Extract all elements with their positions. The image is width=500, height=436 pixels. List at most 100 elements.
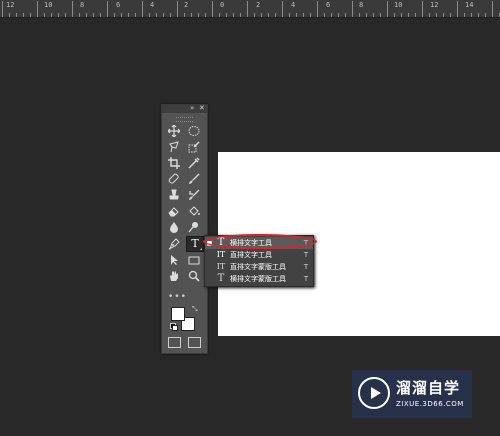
ruler-label: 2	[256, 1, 261, 9]
horizontal-ruler[interactable]: 12 10 8 6 4 2 0 2 4 6 8 10 12 14	[0, 0, 500, 18]
eraser-tool[interactable]	[165, 203, 183, 218]
flyout-item-shortcut: T	[303, 275, 309, 283]
ruler-tick	[282, 1, 283, 17]
ruler-tick	[296, 13, 297, 17]
watermark-url: ZIXUE.3D66.COM	[396, 400, 464, 408]
ruler-tick	[324, 13, 325, 17]
ruler-tick	[492, 1, 493, 17]
arrow-cursor-icon	[171, 254, 178, 265]
ellipse-marquee-icon	[188, 125, 200, 136]
ruler-label: 10	[44, 1, 53, 9]
history-brush-tool[interactable]	[185, 187, 203, 202]
ruler-label: 0	[220, 1, 225, 9]
move-tool[interactable]	[165, 123, 183, 138]
crop-icon	[168, 156, 180, 169]
flyout-item-vertical-type[interactable]: IT 直排文字工具 T	[205, 249, 313, 261]
screen-mode-icon[interactable]	[188, 337, 201, 348]
ruler-tick	[478, 13, 479, 17]
ruler-tick	[2, 1, 3, 17]
ruler-tick	[268, 13, 269, 17]
lasso-tool[interactable]	[165, 139, 183, 154]
healing-brush-tool[interactable]	[165, 171, 183, 186]
ruler-tick	[114, 13, 115, 17]
move-icon	[168, 124, 180, 137]
ruler-tick	[240, 13, 241, 17]
ruler-tick	[408, 13, 409, 17]
hand-tool[interactable]	[165, 268, 183, 283]
ruler-label: 12	[430, 1, 439, 9]
ruler-tick	[135, 13, 136, 17]
rectangle-tool[interactable]	[185, 252, 203, 267]
ruler-label: 6	[116, 1, 121, 9]
ruler-tick	[51, 13, 52, 17]
tools-panel[interactable]: » ✕ T ••• ⤡	[161, 104, 208, 354]
pen-icon	[168, 237, 180, 249]
tools-panel-header[interactable]: » ✕	[162, 104, 207, 113]
flyout-item-vertical-type-mask[interactable]: IT 直排文字蒙版工具 T	[205, 261, 313, 273]
ruler-tick	[373, 13, 374, 17]
ruler-tick	[394, 13, 395, 17]
ruler-tick	[401, 13, 402, 17]
ruler-tick	[212, 1, 213, 17]
play-logo-icon	[358, 377, 390, 409]
close-icon[interactable]: ✕	[199, 104, 205, 112]
elliptical-marquee-tool[interactable]	[185, 123, 203, 138]
highlight-ellipse	[203, 234, 317, 249]
flyout-item-horizontal-type-mask[interactable]: T 横排文字蒙版工具 T	[205, 273, 313, 285]
default-background-chip	[172, 325, 178, 331]
ruler-tick	[366, 13, 367, 17]
lasso-icon	[169, 140, 179, 152]
blur-tool[interactable]	[165, 219, 183, 234]
ruler-tick	[457, 1, 458, 17]
vertical-type-mask-icon: IT	[216, 262, 226, 271]
quick-mask-icon[interactable]	[168, 337, 181, 348]
quick-selection-tool[interactable]	[185, 139, 203, 154]
ruler-tick	[289, 13, 290, 17]
foreground-color-swatch[interactable]	[171, 307, 185, 321]
ruler-tick	[219, 13, 220, 17]
ruler-tick	[436, 13, 437, 17]
double-arrow-icon[interactable]: »	[190, 104, 194, 112]
ruler-tick	[205, 13, 206, 17]
default-colors-icon[interactable]	[170, 323, 178, 331]
ruler-tick	[37, 1, 38, 17]
horizontal-type-mask-icon: T	[217, 273, 225, 284]
ruler-tick	[86, 13, 87, 17]
path-selection-tool[interactable]	[165, 252, 183, 267]
flyout-item-label: 直排文字工具	[230, 251, 272, 259]
more-tools-button[interactable]: •••	[168, 292, 187, 302]
bucket-icon	[189, 205, 200, 216]
eyedropper-tool[interactable]	[185, 155, 203, 170]
ruler-label: 4	[150, 1, 155, 9]
ruler-tick	[107, 1, 108, 17]
history-brush-icon	[189, 189, 200, 200]
grip-icon[interactable]	[176, 117, 193, 122]
ruler-tick	[58, 13, 59, 17]
ruler-tick	[310, 13, 311, 17]
ruler-tick	[170, 13, 171, 17]
flyout-item-shortcut: T	[303, 263, 309, 271]
clone-stamp-tool[interactable]	[165, 187, 183, 202]
crop-tool[interactable]	[165, 155, 183, 170]
brush-tool[interactable]	[185, 171, 203, 186]
dodge-tool[interactable]	[185, 219, 203, 234]
ruler-tick	[9, 13, 10, 17]
ruler-tick	[30, 13, 31, 17]
ruler-tick	[261, 13, 262, 17]
type-tool[interactable]: T	[186, 236, 204, 252]
pen-tool[interactable]	[165, 236, 183, 251]
ruler-tick	[464, 13, 465, 17]
ruler-tick	[303, 13, 304, 17]
ruler-tick	[65, 13, 66, 17]
zoom-tool[interactable]	[185, 268, 203, 283]
ruler-label: 8	[80, 1, 85, 9]
ruler-tick	[443, 13, 444, 17]
more-tools-corner-icon	[200, 248, 202, 250]
swap-colors-icon[interactable]: ⤡	[192, 305, 198, 314]
ruler-tick	[79, 13, 80, 17]
watermark: 溜溜自学 ZIXUE.3D66.COM	[352, 370, 472, 418]
ruler-tick	[128, 13, 129, 17]
ruler-tick	[44, 13, 45, 17]
paint-bucket-tool[interactable]	[185, 203, 203, 218]
ruler-tick	[450, 13, 451, 17]
